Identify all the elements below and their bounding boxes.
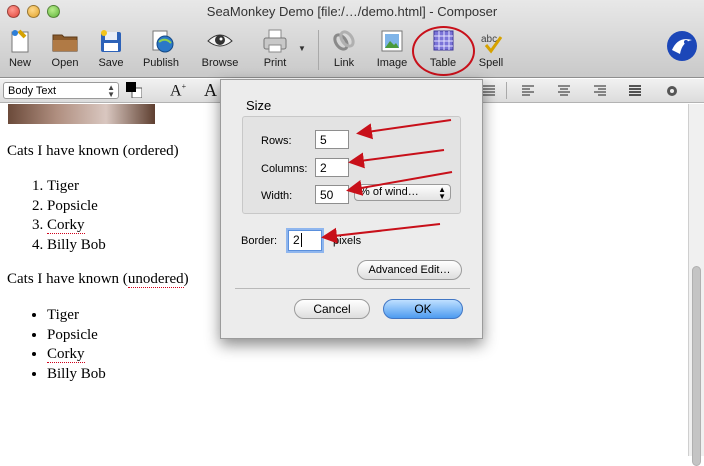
list-item: Billy Bob: [47, 236, 106, 256]
vertical-scrollbar[interactable]: [688, 104, 704, 466]
align-center-icon[interactable]: [557, 84, 571, 98]
size-section-title: Size: [246, 98, 272, 113]
print-label: Print: [263, 57, 287, 69]
spellcheck-icon: abc: [481, 34, 503, 54]
link-button[interactable]: Link: [329, 24, 359, 76]
image-button[interactable]: Image: [373, 24, 411, 76]
align-left-icon[interactable]: [521, 84, 535, 98]
width-units-select[interactable]: % of wind… ▲ ▼: [354, 184, 451, 201]
publish-label: Publish: [142, 57, 180, 69]
format-separator: [506, 82, 507, 99]
misspelled-word: Corky: [47, 346, 85, 363]
text-color-swatch-icon[interactable]: [126, 82, 142, 98]
ordered-heading: Cats I have known (ordered): [7, 143, 179, 159]
folder-open-icon: [52, 34, 78, 52]
picture-icon: [381, 30, 403, 52]
advanced-edit-button[interactable]: Advanced Edit…: [357, 260, 462, 280]
rows-label: Rows:: [261, 135, 292, 147]
open-label: Open: [51, 57, 79, 69]
paragraph-style-value: Body Text: [8, 85, 57, 97]
list-item: Corky: [47, 345, 106, 365]
align-right-icon[interactable]: [593, 84, 607, 98]
increase-font-size-icon[interactable]: A+: [170, 82, 186, 100]
dialog-divider: [235, 288, 470, 289]
save-label: Save: [98, 57, 124, 69]
print-menu-arrow-icon[interactable]: ▼: [298, 44, 306, 53]
border-label: Border:: [241, 235, 278, 247]
cat-photo: [8, 104, 155, 124]
composer-toolbar: New Open Save Publish Browse Print ▼ Lin…: [0, 24, 704, 76]
publish-globe-icon: [152, 30, 174, 53]
browse-button[interactable]: Browse: [198, 24, 242, 76]
list-item: Popsicle: [47, 326, 106, 346]
align-justify-icon[interactable]: [628, 84, 642, 98]
insert-table-dialog: Size Rows: 5 Columns: 2 Width: 50 % of w…: [220, 79, 483, 339]
misspelled-word: unodered: [127, 271, 184, 288]
width-input[interactable]: 50: [315, 185, 349, 204]
browse-label: Browse: [201, 57, 239, 69]
publish-button[interactable]: Publish: [139, 24, 183, 76]
decrease-font-size-icon[interactable]: A: [204, 80, 217, 101]
list-indent-icon[interactable]: [482, 84, 496, 98]
list-item: Tiger: [47, 177, 106, 197]
new-label: New: [8, 57, 31, 69]
columns-label: Columns:: [261, 163, 308, 175]
save-button[interactable]: Save: [94, 24, 128, 76]
list-item: Popsicle: [47, 197, 106, 217]
heading-prefix: Cats I have known (: [7, 271, 128, 287]
window-title: SeaMonkey Demo [file:/…/demo.html] - Com…: [206, 4, 498, 19]
table-annotation-circle: [412, 26, 475, 76]
print-button[interactable]: Print: [257, 24, 293, 76]
border-value: 2: [293, 233, 300, 247]
heading-suffix: ): [183, 271, 189, 287]
misspelled-word: Corky: [47, 217, 85, 234]
new-document-icon: [11, 29, 29, 53]
unordered-heading: Cats I have known (unodered): [7, 271, 189, 288]
open-button[interactable]: Open: [46, 24, 84, 76]
select-arrows-icon: ▲ ▼: [438, 185, 446, 201]
scroll-thumb[interactable]: [692, 266, 701, 466]
anchor-icon[interactable]: [665, 84, 679, 98]
paragraph-style-select[interactable]: Body Text ▲ ▼: [3, 82, 119, 99]
border-units-label: pixels: [333, 235, 362, 247]
rows-input[interactable]: 5: [315, 130, 349, 149]
text-cursor: [300, 233, 302, 247]
window-titlebar: SeaMonkey Demo [file:/…/demo.html] - Com…: [0, 0, 704, 78]
width-label: Width:: [261, 190, 293, 202]
list-item: Tiger: [47, 306, 106, 326]
select-arrows-icon: ▲ ▼: [107, 83, 115, 99]
list-item: Corky: [47, 216, 89, 236]
ordered-list: Tiger Popsicle Corky Billy Bob: [7, 177, 106, 255]
printer-icon: [263, 29, 287, 53]
save-disk-icon: [101, 30, 121, 52]
border-input[interactable]: 2: [288, 230, 322, 251]
new-button[interactable]: New: [3, 24, 37, 76]
toolbar-separator: [318, 30, 319, 70]
spell-button[interactable]: abc Spell: [474, 24, 508, 76]
list-item: Billy Bob: [47, 365, 106, 385]
seamonkey-logo-icon: [667, 31, 697, 61]
columns-input[interactable]: 2: [315, 158, 349, 177]
unordered-list: Tiger Popsicle Corky Billy Bob: [7, 306, 106, 384]
width-units-value: % of wind…: [360, 186, 419, 198]
link-label: Link: [333, 57, 355, 69]
spell-label: Spell: [478, 57, 504, 69]
ok-button[interactable]: OK: [383, 299, 463, 319]
eye-icon: [207, 34, 233, 47]
image-label: Image: [376, 57, 408, 69]
cancel-button[interactable]: Cancel: [294, 299, 370, 319]
chain-link-icon: [333, 30, 355, 51]
